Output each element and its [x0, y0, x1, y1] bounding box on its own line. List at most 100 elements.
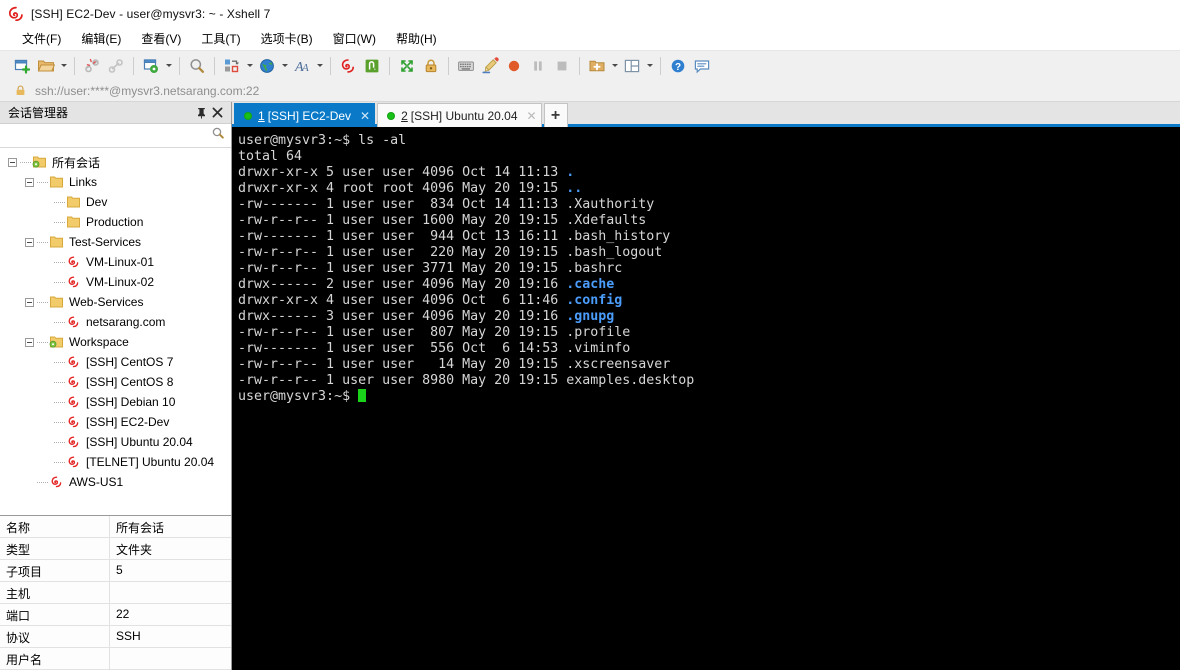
globe-dropdown-caret-icon[interactable] [279, 54, 290, 78]
keyboard-icon[interactable] [454, 54, 478, 78]
tree-item[interactable]: VM-Linux-01 [0, 252, 231, 272]
globe-icon[interactable] [255, 54, 279, 78]
font-dropdown-caret-icon[interactable] [314, 54, 325, 78]
disconnect-icon[interactable] [80, 54, 104, 78]
tree-item[interactable]: Web-Services [0, 292, 231, 312]
tree-item[interactable]: Links [0, 172, 231, 192]
tree-item[interactable]: [SSH] EC2-Dev [0, 412, 231, 432]
tree-item-label: Production [85, 215, 143, 229]
tree-item[interactable]: [SSH] Debian 10 [0, 392, 231, 412]
session-tree[interactable]: 所有会话LinksDevProductionTest-ServicesVM-Li… [0, 148, 231, 515]
search-input[interactable] [4, 128, 211, 144]
tree-item[interactable]: netsarang.com [0, 312, 231, 332]
tree-connector [37, 472, 49, 492]
tree-item[interactable]: VM-Linux-02 [0, 272, 231, 292]
tree-toggle-icon[interactable] [25, 298, 34, 307]
lock-screen-icon[interactable] [419, 54, 443, 78]
tree-connector [54, 432, 66, 452]
lock-icon [14, 84, 27, 97]
session-search-row[interactable] [0, 124, 231, 148]
xshell-icon[interactable] [336, 54, 360, 78]
tab-1[interactable]: 1[SSH] EC2-Dev✕ [234, 103, 375, 127]
stop-icon[interactable] [550, 54, 574, 78]
help-icon[interactable]: ? [666, 54, 690, 78]
new-tab-button[interactable]: + [544, 103, 568, 127]
pin-icon[interactable] [193, 105, 209, 121]
tree-item[interactable]: AWS-US1 [0, 472, 231, 492]
tree-item-label: [TELNET] Ubuntu 20.04 [85, 455, 214, 469]
open-folder-dropdown-caret-icon[interactable] [58, 54, 69, 78]
new-folder-icon[interactable] [585, 54, 609, 78]
tree-item[interactable]: Workspace [0, 332, 231, 352]
property-row: 名称所有会话 [0, 516, 231, 538]
terminal-line: -rw-r--r-- 1 user user 8980 May 20 19:15… [238, 373, 1180, 389]
open-folder-icon[interactable] [34, 54, 58, 78]
search-icon[interactable] [211, 126, 225, 145]
tree-item[interactable]: Production [0, 212, 231, 232]
font-icon[interactable]: A A [290, 54, 314, 78]
highlight-icon[interactable] [478, 54, 502, 78]
terminal-line: drwxr-xr-x 5 user user 4096 Oct 14 11:13… [238, 165, 1180, 181]
fullscreen-icon[interactable] [395, 54, 419, 78]
tree-item[interactable]: Dev [0, 192, 231, 212]
transfer-file-dropdown-caret-icon[interactable] [244, 54, 255, 78]
tab-close-icon[interactable]: ✕ [527, 110, 537, 122]
tree-item[interactable]: [SSH] CentOS 8 [0, 372, 231, 392]
tree-item-label: [SSH] CentOS 7 [85, 355, 173, 369]
tree-toggle-icon[interactable] [25, 178, 34, 187]
new-session-icon[interactable] [10, 54, 34, 78]
terminal-output[interactable]: user@mysvr3:~$ ls -altotal 64drwxr-xr-x … [232, 127, 1180, 670]
tree-item-label: Workspace [68, 335, 129, 349]
tree-item[interactable]: [SSH] Ubuntu 20.04 [0, 432, 231, 452]
menu-edit[interactable]: 编辑(E) [71, 28, 131, 50]
layout-icon[interactable] [620, 54, 644, 78]
session-properties-icon[interactable] [139, 54, 163, 78]
menu-file[interactable]: 文件(F) [12, 28, 71, 50]
tree-toggle-icon[interactable] [25, 338, 34, 347]
tab-2[interactable]: 2[SSH] Ubuntu 20.04✕ [377, 103, 541, 127]
find-icon[interactable] [185, 54, 209, 78]
session-icon [66, 435, 81, 449]
property-value: 所有会话 [110, 516, 231, 537]
terminal-area: 1[SSH] EC2-Dev✕2[SSH] Ubuntu 20.04✕+ use… [232, 102, 1180, 670]
new-folder-dropdown-caret-icon[interactable] [609, 54, 620, 78]
layout-dropdown-caret-icon[interactable] [644, 54, 655, 78]
menu-window[interactable]: 窗口(W) [323, 28, 386, 50]
feedback-icon[interactable] [690, 54, 714, 78]
menu-tabs[interactable]: 选项卡(B) [251, 28, 323, 50]
tab-status-indicator [387, 112, 395, 120]
folder-gear-icon [49, 335, 64, 349]
tree-item[interactable]: [TELNET] Ubuntu 20.04 [0, 452, 231, 472]
tree-item[interactable]: Test-Services [0, 232, 231, 252]
xftp-icon[interactable] [360, 54, 384, 78]
menu-view[interactable]: 查看(V) [131, 28, 191, 50]
tree-toggle-icon[interactable] [8, 158, 17, 167]
folder-icon [66, 215, 81, 229]
tree-item[interactable]: [SSH] CentOS 7 [0, 352, 231, 372]
record-icon[interactable] [502, 54, 526, 78]
tree-item[interactable]: 所有会话 [0, 152, 231, 172]
transfer-file-icon[interactable] [220, 54, 244, 78]
session-icon [66, 375, 81, 389]
main-body: 会话管理器 [0, 102, 1180, 670]
terminal-prompt-line: user@mysvr3:~$ [238, 389, 1180, 405]
tab-close-icon[interactable]: ✕ [360, 110, 370, 122]
tree-item-label: VM-Linux-02 [85, 275, 154, 289]
svg-text:A: A [301, 62, 309, 74]
address-bar[interactable]: ssh://user:****@mysvr3.netsarang.com:22 [0, 80, 1180, 102]
menu-tools[interactable]: 工具(T) [191, 28, 250, 50]
session-properties-dropdown-caret-icon[interactable] [163, 54, 174, 78]
reconnect-icon[interactable] [104, 54, 128, 78]
toolbar: A A [0, 50, 1180, 80]
pause-icon[interactable] [526, 54, 550, 78]
property-value: 文件夹 [110, 538, 231, 559]
terminal-directory-name: .config [566, 293, 622, 308]
tree-connector [54, 212, 66, 232]
close-icon[interactable] [209, 105, 225, 121]
session-icon [66, 395, 81, 409]
session-icon [49, 475, 64, 489]
menu-help[interactable]: 帮助(H) [386, 28, 447, 50]
property-key: 端口 [0, 604, 110, 625]
tree-toggle-icon[interactable] [25, 238, 34, 247]
toolbar-separator [330, 57, 331, 75]
